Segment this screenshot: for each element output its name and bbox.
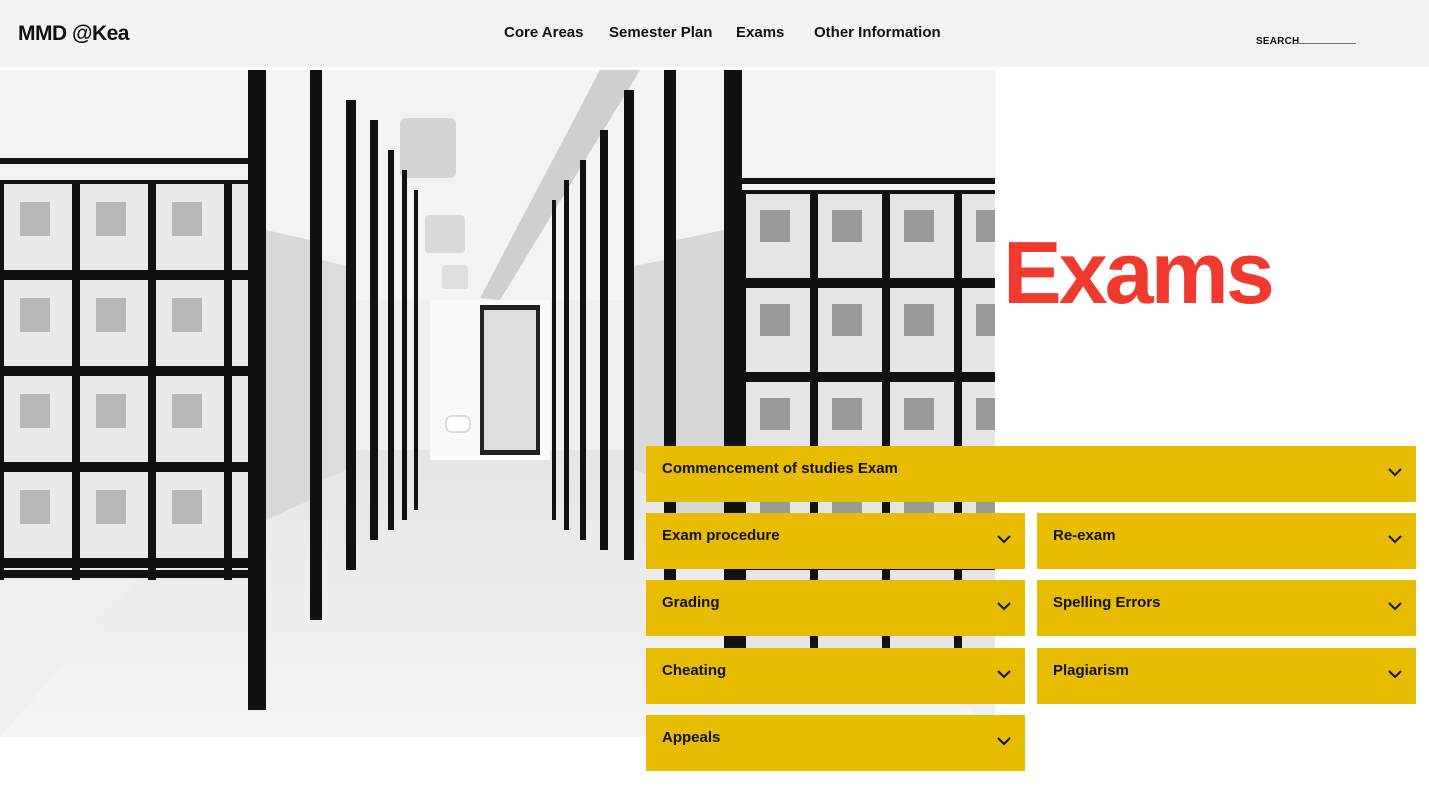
accordion-re-exam[interactable]: Re-exam [1037, 513, 1416, 569]
chevron-down-icon [1388, 670, 1402, 679]
accordion-plagiarism[interactable]: Plagiarism [1037, 648, 1416, 704]
accordion-label: Spelling Errors [1053, 594, 1161, 611]
accordion-label: Cheating [662, 662, 727, 679]
hero-image [0, 70, 995, 737]
accordion-exam-procedure[interactable]: Exam procedure [646, 513, 1025, 569]
nav-core-areas[interactable]: Core Areas [504, 24, 583, 41]
chevron-down-icon [1388, 602, 1402, 611]
accordion-label: Exam procedure [662, 527, 780, 544]
chevron-down-icon [1388, 535, 1402, 544]
top-header: MMD @Kea Core Areas Semester Plan Exams … [0, 0, 1429, 67]
search-input[interactable] [1294, 33, 1356, 44]
nav-semester-plan[interactable]: Semester Plan [609, 24, 712, 41]
search-label: SEARCH [1256, 36, 1300, 47]
accordion-label: Commencement of studies Exam [662, 460, 898, 477]
accordion-commencement[interactable]: Commencement of studies Exam [646, 446, 1416, 502]
accordion-grading[interactable]: Grading [646, 580, 1025, 636]
chevron-down-icon [997, 737, 1011, 746]
accordion-label: Grading [662, 594, 720, 611]
chevron-down-icon [1388, 468, 1402, 477]
search-area: SEARCH [1256, 31, 1356, 49]
library-shelves-photo [0, 70, 995, 737]
chevron-down-icon [997, 602, 1011, 611]
chevron-down-icon [997, 670, 1011, 679]
accordion-label: Re-exam [1053, 527, 1116, 544]
accordion-spelling-errors[interactable]: Spelling Errors [1037, 580, 1416, 636]
page-title: Exams [1003, 222, 1275, 322]
site-logo[interactable]: MMD @Kea [18, 22, 130, 46]
accordion-label: Appeals [662, 729, 721, 746]
nav-exams[interactable]: Exams [736, 24, 784, 41]
accordion-cheating[interactable]: Cheating [646, 648, 1025, 704]
chevron-down-icon [997, 535, 1011, 544]
accordion-appeals[interactable]: Appeals [646, 715, 1025, 771]
nav-other-information[interactable]: Other Information [814, 24, 941, 41]
accordion-label: Plagiarism [1053, 662, 1129, 679]
